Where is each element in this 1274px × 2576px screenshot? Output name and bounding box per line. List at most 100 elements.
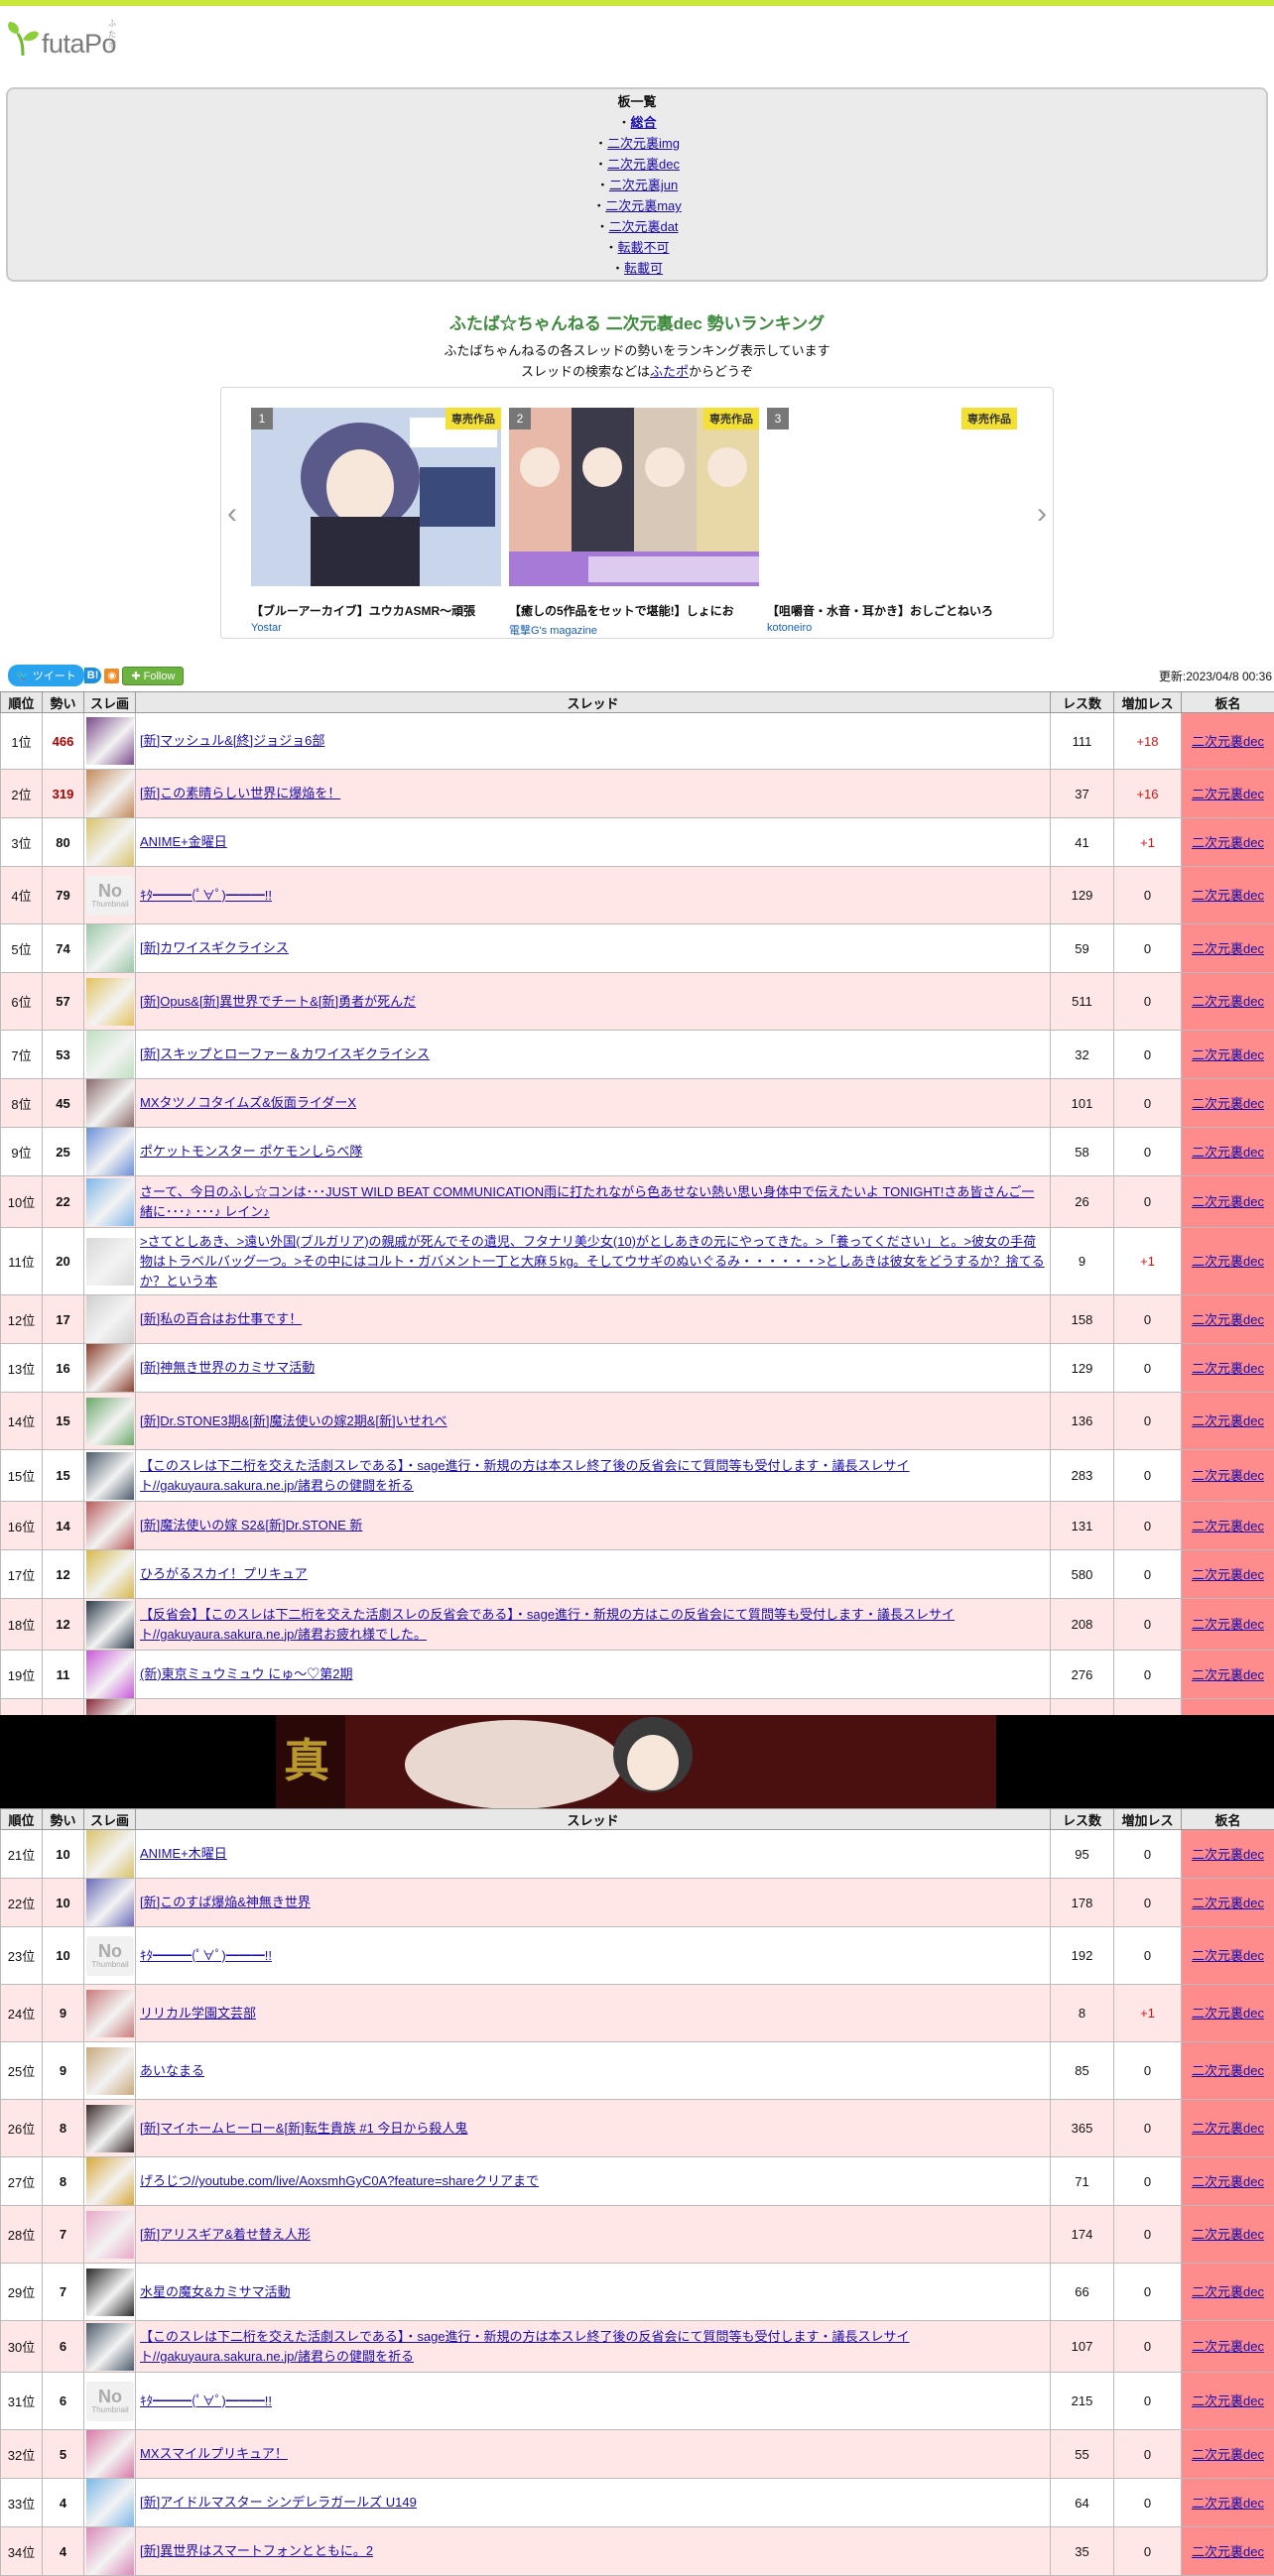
board-name-link[interactable]: 二次元裏dec [1192, 1145, 1264, 1160]
board-name-link[interactable]: 二次元裏dec [1192, 1617, 1264, 1632]
board-name-link[interactable]: 二次元裏dec [1192, 2174, 1264, 2189]
site-logo[interactable]: futaPo ふたポ [6, 20, 116, 58]
thread-thumbnail[interactable] [86, 1031, 134, 1078]
thread-image-cell[interactable] [84, 1176, 136, 1228]
thread-thumbnail[interactable] [86, 2479, 134, 2526]
thread-link[interactable]: 水星の魔女&カミサマ活動 [140, 2284, 291, 2299]
board-name-link[interactable]: 二次元裏dec [1192, 2496, 1264, 2511]
no-thumbnail-icon[interactable]: NoThumbnail [86, 876, 134, 916]
thread-thumbnail[interactable] [86, 1990, 134, 2037]
thread-image-cell[interactable] [84, 770, 136, 818]
thread-image-cell[interactable] [84, 2479, 136, 2527]
thread-thumbnail[interactable] [86, 1879, 134, 1926]
board-name-link[interactable]: 二次元裏dec [1192, 1194, 1264, 1209]
board-name-link[interactable]: 二次元裏dec [1192, 1361, 1264, 1376]
tweet-button[interactable]: 🐦 ツイート [8, 665, 84, 686]
thread-image-cell[interactable] [84, 1651, 136, 1699]
board-link[interactable]: 二次元裏jun [609, 178, 678, 192]
thread-image-cell[interactable]: NoThumbnail [84, 2373, 136, 2430]
thread-thumbnail[interactable] [86, 1398, 134, 1445]
thread-link[interactable]: [新]この素晴らしい世界に爆焔を！ [140, 786, 340, 800]
thread-image-cell[interactable] [84, 2430, 136, 2479]
board-name-link[interactable]: 二次元裏dec [1192, 1413, 1264, 1428]
board-name-link[interactable]: 二次元裏dec [1192, 1096, 1264, 1111]
thread-thumbnail[interactable] [86, 2269, 134, 2316]
thread-thumbnail[interactable] [86, 770, 134, 817]
thread-thumbnail[interactable] [86, 1079, 134, 1127]
thread-thumbnail[interactable] [86, 924, 134, 972]
board-link[interactable]: 二次元裏img [607, 136, 680, 151]
thread-thumbnail[interactable] [86, 2527, 134, 2575]
card-title[interactable]: 【ブルーアーカイブ】ユウカASMR～頑張 [251, 602, 501, 619]
carousel-card[interactable]: 1 専売作品 【ブルーアーカイブ】ユウカASMR～頑張 Yostar [251, 398, 501, 636]
thread-link[interactable]: [新]マイホームヒーロー&[新]転生貴族 #1 今日から殺人鬼 [140, 2121, 467, 2136]
thread-image-cell[interactable] [84, 1502, 136, 1550]
hatena-bookmark-icon[interactable]: B! [84, 668, 102, 683]
thread-thumbnail[interactable] [86, 1238, 134, 1286]
thread-image-cell[interactable] [84, 924, 136, 973]
carousel-next-arrow-icon[interactable]: › [1037, 497, 1047, 531]
thread-image-cell[interactable] [84, 1228, 136, 1295]
thread-link[interactable]: 【このスレは下二桁を交えた活劇スレである】・sage進行・新規の方は本スレ終了後… [140, 2329, 910, 2364]
thread-thumbnail[interactable] [86, 1178, 134, 1226]
thread-image-cell[interactable] [84, 2206, 136, 2264]
thread-image-cell[interactable] [84, 2042, 136, 2100]
board-name-link[interactable]: 二次元裏dec [1192, 2393, 1264, 2408]
thread-thumbnail[interactable] [86, 1651, 134, 1698]
card-maker[interactable]: Yostar [251, 622, 282, 634]
thread-link[interactable]: (新)東京ミュウミュウ にゅ～♡第2期 [140, 1666, 353, 1681]
thread-thumbnail[interactable] [86, 2323, 134, 2371]
board-name-link[interactable]: 二次元裏dec [1192, 2227, 1264, 2242]
follow-button[interactable]: ✚ Follow [122, 667, 184, 685]
board-name-link[interactable]: 二次元裏dec [1192, 2284, 1264, 2299]
card-title[interactable]: 【癒しの5作品をセットで堪能!】しょにお [509, 602, 759, 619]
thread-image-cell[interactable] [84, 1550, 136, 1599]
thread-image-cell[interactable] [84, 973, 136, 1031]
thread-thumbnail[interactable] [86, 2211, 134, 2259]
thread-thumbnail[interactable] [86, 1830, 134, 1878]
thread-image-cell[interactable] [84, 1450, 136, 1502]
thread-thumbnail[interactable] [86, 2157, 134, 2205]
board-name-link[interactable]: 二次元裏dec [1192, 1847, 1264, 1862]
thread-thumbnail[interactable] [86, 1344, 134, 1392]
board-name-link[interactable]: 二次元裏dec [1192, 994, 1264, 1009]
thread-thumbnail[interactable] [86, 2105, 134, 2152]
thread-thumbnail[interactable] [86, 1502, 134, 1549]
board-name-link[interactable]: 二次元裏dec [1192, 1948, 1264, 1963]
board-name-link[interactable]: 二次元裏dec [1192, 2121, 1264, 2136]
thread-image-cell[interactable]: NoThumbnail [84, 867, 136, 924]
thread-thumbnail[interactable] [86, 978, 134, 1026]
thread-link[interactable]: [新]アイドルマスター シンデレラガールズ U149 [140, 2495, 417, 2510]
thread-link[interactable]: [新]異世界はスマートフォンとともに。2 [140, 2543, 373, 2558]
thread-link[interactable]: [新]マッシュル&[終]ジョジョ6部 [140, 733, 324, 748]
thread-link[interactable]: [新]スキップとローファー＆カワイスギクライシス [140, 1046, 430, 1061]
thread-link[interactable]: ポケットモンスター ポケモンしらべ隊 [140, 1144, 362, 1159]
thread-thumbnail[interactable] [86, 717, 134, 765]
thread-link[interactable]: ｷﾀ━━━(ﾟ∀ﾟ)━━━!! [140, 2393, 272, 2408]
board-name-link[interactable]: 二次元裏dec [1192, 2006, 1264, 2021]
board-link[interactable]: 二次元裏dat [608, 219, 678, 234]
thread-image-cell[interactable] [84, 2157, 136, 2206]
thread-thumbnail[interactable] [86, 1452, 134, 1500]
thread-link[interactable]: [新]このすば爆焔&神無き世界 [140, 1895, 311, 1909]
thread-link[interactable]: [新]神無き世界のカミサマ活動 [140, 1360, 315, 1375]
thread-thumbnail[interactable] [86, 1601, 134, 1649]
thread-link[interactable]: ANIME+木曜日 [140, 1846, 227, 1861]
thread-thumbnail[interactable] [86, 1295, 134, 1343]
board-name-link[interactable]: 二次元裏dec [1192, 888, 1264, 903]
board-name-link[interactable]: 二次元裏dec [1192, 941, 1264, 956]
board-link[interactable]: 転載可 [624, 261, 663, 276]
thread-image-cell[interactable] [84, 2264, 136, 2321]
thread-link[interactable]: [新]私の百合はお仕事です！ [140, 1311, 302, 1326]
thread-image-cell[interactable] [84, 1031, 136, 1079]
thread-image-cell[interactable] [84, 2100, 136, 2157]
thread-image-cell[interactable]: NoThumbnail [84, 1927, 136, 1985]
thread-link[interactable]: [新]魔法使いの嫁 S2&[新]Dr.STONE 新 [140, 1518, 362, 1533]
thread-link[interactable]: ｷﾀ━━━(ﾟ∀ﾟ)━━━!! [140, 1948, 272, 1963]
thread-image-cell[interactable] [84, 1830, 136, 1879]
card-maker[interactable]: kotoneiro [767, 622, 812, 634]
thread-image-cell[interactable] [84, 1295, 136, 1344]
board-name-link[interactable]: 二次元裏dec [1192, 1047, 1264, 1062]
card-maker[interactable]: 電撃G's magazine [509, 622, 597, 638]
thread-image-cell[interactable] [84, 2527, 136, 2576]
